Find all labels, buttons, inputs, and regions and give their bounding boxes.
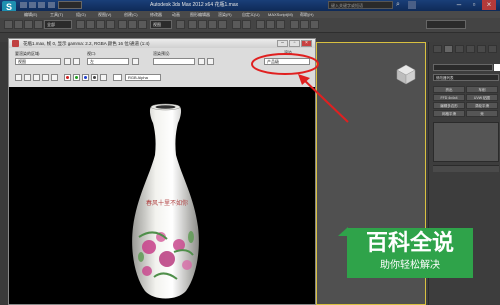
watermark-subtitle: 助你轻松解决	[380, 260, 440, 271]
watermark-title: 百科全说	[365, 231, 454, 256]
highlight-circle	[251, 53, 319, 75]
watermark-badge: 百科全说 助你轻松解决	[347, 228, 473, 278]
highlight-arrow	[301, 77, 349, 123]
